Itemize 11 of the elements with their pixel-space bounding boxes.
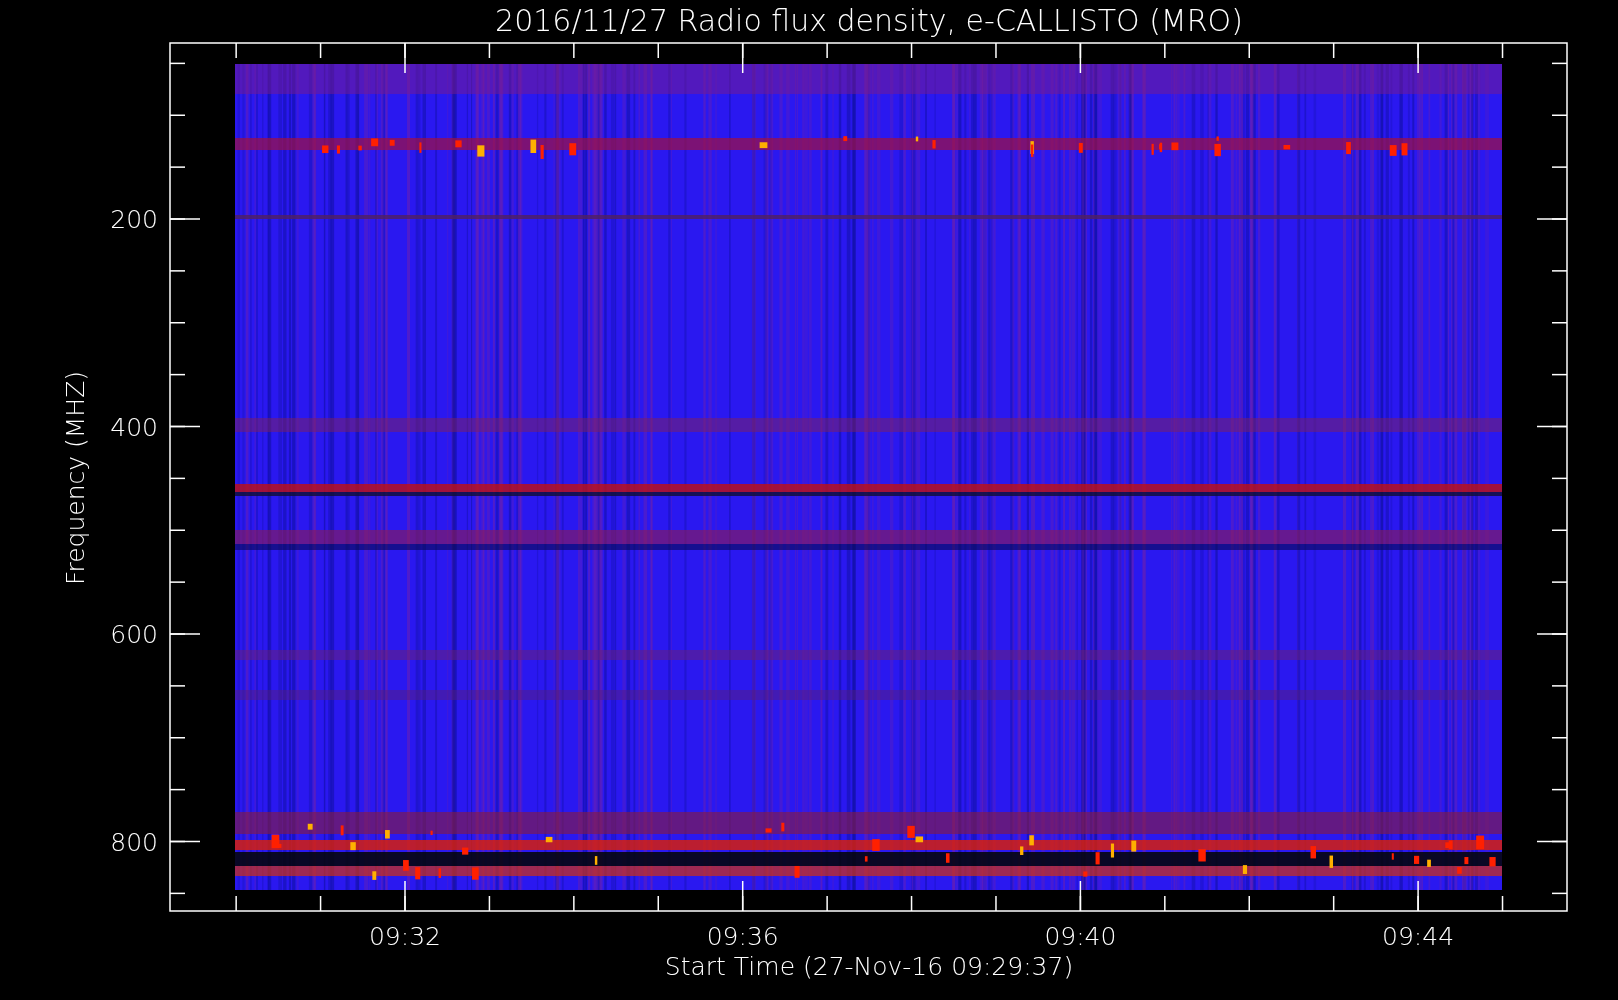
chart-title: 2016/11/27 Radio flux density, e-CALLISTO (MRO) <box>495 3 1243 38</box>
x-tick-label: 09:32 <box>369 922 441 951</box>
x-axis-title: Start Time (27-Nov-16 09:29:37) <box>664 952 1074 981</box>
y-tick-label: 600 <box>110 620 158 649</box>
y-tick-label: 200 <box>110 205 158 234</box>
y-tick-label: 400 <box>110 412 158 442</box>
y-axis-title: Frequency (MHZ) <box>61 370 90 586</box>
y-tick-label: 800 <box>110 827 158 857</box>
x-tick-label: 09:44 <box>1382 922 1455 951</box>
x-tick-label: 09:40 <box>1044 922 1117 951</box>
x-tick-label: 09:36 <box>706 922 779 951</box>
